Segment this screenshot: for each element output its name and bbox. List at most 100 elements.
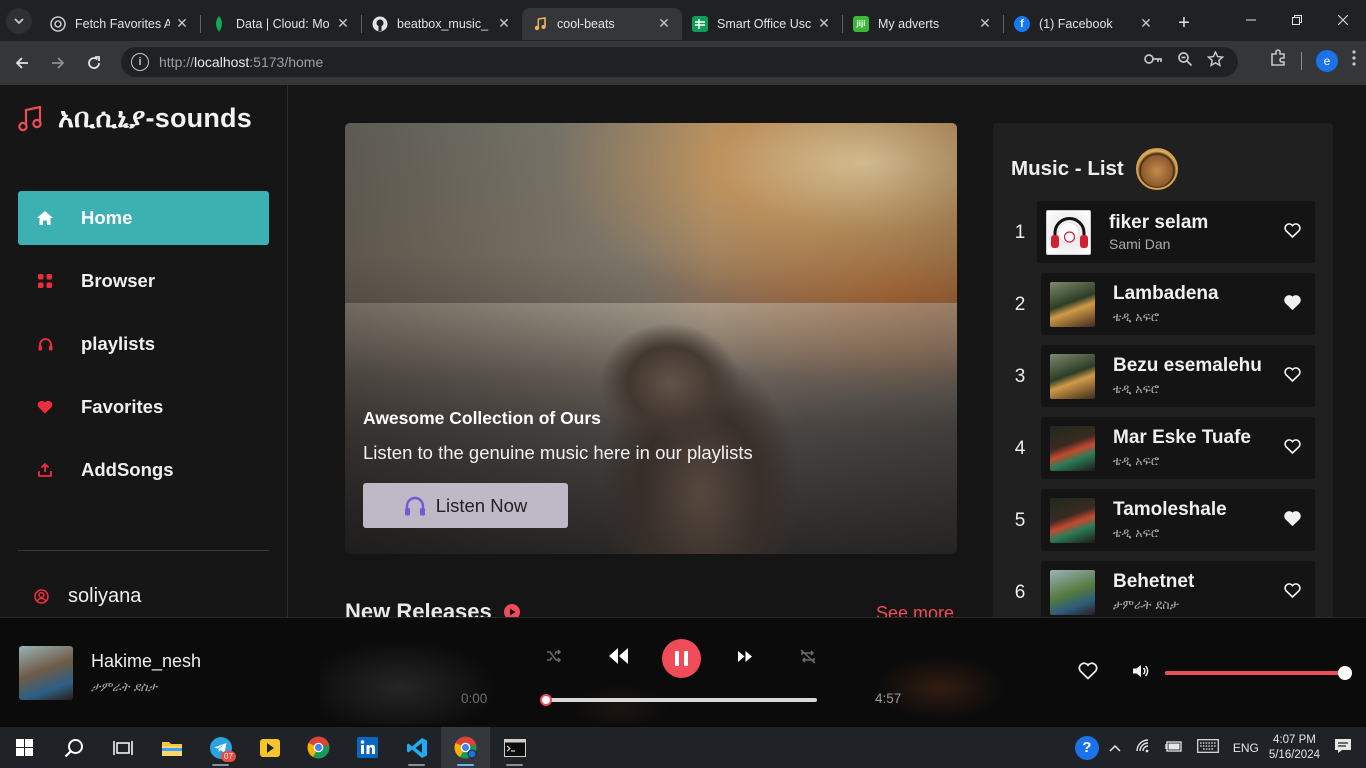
terminal-icon [503, 738, 526, 757]
task-view-button[interactable] [98, 727, 147, 768]
heart-outline-icon[interactable] [1284, 223, 1301, 238]
browser-toolbar: i http://localhost:5173/home e [0, 41, 1366, 85]
music-list-panel: Music - List 1 fiker selam Sami Dan 2 La… [993, 123, 1333, 623]
heart-outline-icon[interactable] [1284, 367, 1301, 382]
listen-now-button[interactable]: Listen Now [363, 483, 568, 528]
telegram-button[interactable]: 07 [196, 727, 245, 768]
address-bar-actions [1143, 50, 1225, 71]
sidebar-item-addsongs[interactable]: AddSongs [18, 443, 269, 497]
windows-logo-icon [16, 739, 33, 756]
sidebar-item-browser[interactable]: Browser [18, 254, 269, 308]
bookmark-star-icon[interactable] [1206, 50, 1225, 71]
forward-button[interactable] [40, 45, 76, 81]
address-bar[interactable]: i http://localhost:5173/home [121, 47, 1238, 77]
list-item[interactable]: 2 Lambadena ቴዲ አፍሮ [1005, 273, 1315, 337]
next-button[interactable] [737, 650, 753, 663]
minimize-button[interactable] [1228, 0, 1274, 40]
play-pause-button[interactable] [662, 639, 701, 678]
zoom-icon[interactable] [1177, 51, 1193, 71]
file-explorer-button[interactable] [147, 727, 196, 768]
close-tab-icon[interactable]: ✕ [496, 15, 512, 32]
close-tab-icon[interactable]: ✕ [1138, 15, 1154, 32]
now-playing-title: Hakime_nesh [91, 651, 202, 671]
back-button[interactable] [4, 45, 40, 81]
tab-search-button[interactable] [6, 7, 32, 34]
close-tab-icon[interactable]: ✕ [656, 15, 672, 32]
heart-filled-icon[interactable] [1284, 295, 1301, 310]
volume-handle[interactable] [1338, 666, 1352, 680]
previous-button[interactable] [607, 647, 629, 665]
track-card[interactable]: Behetnet ታምራት ደስታ [1041, 561, 1315, 623]
repeat-button[interactable] [800, 649, 816, 664]
clock[interactable]: 4:07 PM 5/16/2024 [1269, 733, 1320, 763]
list-item[interactable]: 6 Behetnet ታምራት ደስታ [1005, 561, 1315, 625]
track-card[interactable]: Lambadena ቴዲ አፍሮ [1041, 273, 1315, 335]
headphones-icon [404, 496, 425, 515]
close-tab-icon[interactable]: ✕ [977, 15, 993, 32]
volume-slider[interactable] [1165, 666, 1352, 680]
chrome-button[interactable] [294, 727, 343, 768]
close-tab-icon[interactable]: ✕ [174, 15, 190, 32]
volume-icon[interactable] [1132, 663, 1150, 679]
chrome-icon [50, 15, 66, 32]
browser-tab[interactable]: beatbox_music_ ✕ [362, 8, 522, 40]
chrome-profile-button[interactable] [441, 727, 490, 768]
list-item[interactable]: 1 fiker selam Sami Dan [1005, 201, 1315, 265]
browser-tab[interactable]: f (1) Facebook ✕ [1004, 8, 1164, 40]
heart-outline-icon[interactable] [1078, 662, 1098, 680]
extensions-icon[interactable] [1269, 49, 1287, 72]
close-window-button[interactable] [1320, 0, 1366, 40]
linkedin-button[interactable] [343, 727, 392, 768]
notification-icon[interactable] [1334, 738, 1352, 757]
sidebar-item-home[interactable]: Home [18, 191, 269, 245]
reload-button[interactable] [76, 45, 112, 81]
search-button[interactable] [49, 727, 98, 768]
input-language[interactable]: ENG [1233, 741, 1259, 755]
more-menu-icon[interactable] [1352, 50, 1356, 71]
heart-filled-icon[interactable] [1284, 511, 1301, 526]
sidebar-item-favorites[interactable]: Favorites [18, 380, 269, 434]
browser-tab[interactable]: jiji My adverts ✕ [843, 8, 1003, 40]
wifi-icon[interactable] [1135, 739, 1151, 756]
shuffle-button[interactable] [546, 649, 562, 663]
browser-tab[interactable]: Smart Office Usc ✕ [682, 8, 842, 40]
list-item[interactable]: 4 Mar Eske Tuafe ቴዲ አፍሮ [1005, 417, 1315, 481]
media-player-button[interactable] [245, 727, 294, 768]
heart-outline-icon[interactable] [1284, 439, 1301, 454]
chevron-up-icon[interactable] [1109, 741, 1121, 755]
site-info-icon[interactable]: i [131, 53, 149, 71]
close-tab-icon[interactable]: ✕ [335, 15, 351, 32]
upload-icon [36, 463, 54, 477]
help-icon[interactable]: ? [1074, 735, 1099, 760]
restore-button[interactable] [1274, 0, 1320, 40]
battery-icon[interactable] [1165, 740, 1183, 755]
terminal-button[interactable] [490, 727, 539, 768]
browser-tab-active[interactable]: cool-beats ✕ [522, 7, 682, 40]
windows-start-button[interactable] [0, 727, 49, 768]
seek-handle[interactable] [540, 694, 552, 706]
new-tab-button[interactable]: + [1170, 10, 1198, 38]
profile-avatar[interactable]: e [1316, 49, 1338, 72]
heart-outline-icon[interactable] [1284, 583, 1301, 598]
clock-date: 5/16/2024 [1268, 748, 1320, 761]
close-tab-icon[interactable]: ✕ [816, 15, 832, 32]
vscode-button[interactable] [392, 727, 441, 768]
browser-tab[interactable]: Data | Cloud: Mo ✕ [201, 8, 361, 40]
brand[interactable]: አቢሲኒያ-sounds [18, 103, 252, 135]
list-item[interactable]: 3 Bezu esemalehu ቴዲ አፍሮ [1005, 345, 1315, 409]
sidebar-item-playlists[interactable]: playlists [18, 317, 269, 371]
track-card[interactable]: Mar Eske Tuafe ቴዲ አፍሮ [1041, 417, 1315, 479]
keyboard-icon[interactable] [1196, 739, 1219, 756]
list-item[interactable]: 5 Tamoleshale ቴዲ አፍሮ [1005, 489, 1315, 553]
password-key-icon[interactable] [1143, 51, 1163, 71]
user-profile[interactable]: soliyana [34, 585, 141, 608]
seek-slider[interactable] [540, 694, 817, 706]
music-list-title: Music - List [1011, 157, 1124, 180]
browser-tab[interactable]: Fetch Favorites A ✕ [40, 8, 200, 40]
track-card[interactable]: Bezu esemalehu ቴዲ አፍሮ [1041, 345, 1315, 407]
tab-title: Smart Office Usc [717, 16, 812, 31]
track-card[interactable]: Tamoleshale ቴዲ አፍሮ [1041, 489, 1315, 551]
sheets-icon [692, 15, 708, 32]
url-prefix: http:// [159, 54, 195, 70]
track-card[interactable]: fiker selam Sami Dan [1037, 201, 1315, 263]
